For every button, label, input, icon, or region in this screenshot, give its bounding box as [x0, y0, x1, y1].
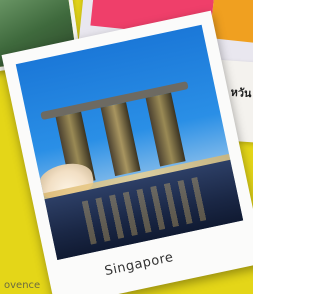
- background-caption: ovence: [4, 280, 41, 291]
- singapore-photo: [15, 24, 244, 260]
- postcard-collage: หวัน ovence Singapore: [0, 0, 253, 294]
- hotel-tower-3: [145, 92, 186, 167]
- hotel-tower-2: [100, 102, 141, 177]
- background-card-text: หวัน: [230, 85, 252, 101]
- polaroid-caption: Singapore: [103, 249, 175, 280]
